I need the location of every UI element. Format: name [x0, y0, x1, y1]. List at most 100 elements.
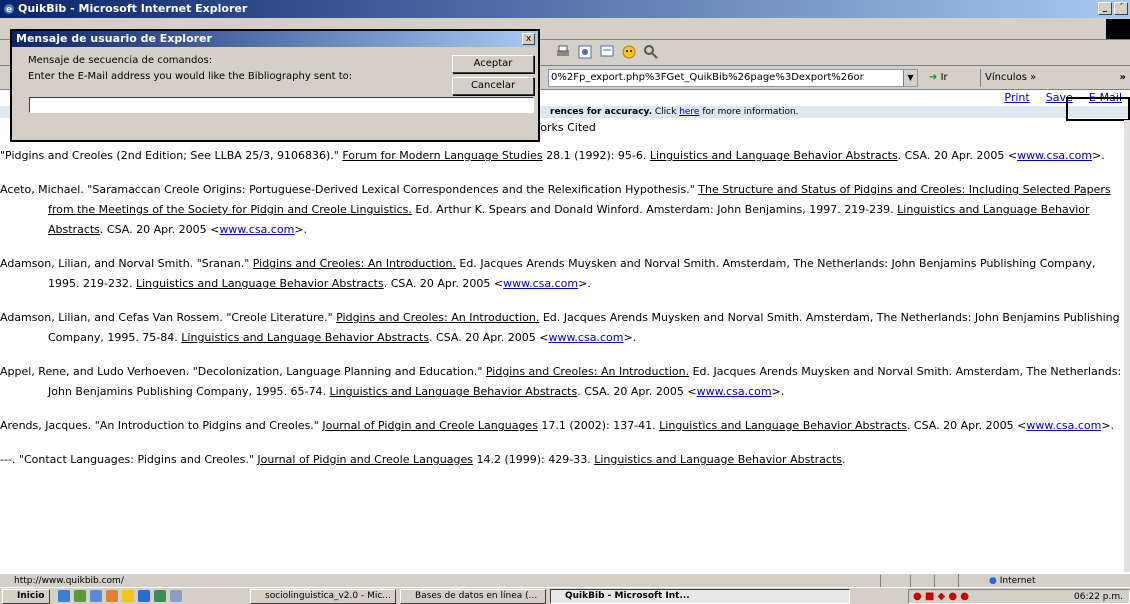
mail-icon[interactable] [170, 590, 182, 602]
dialog-close-button[interactable]: x [522, 33, 535, 45]
messenger-icon[interactable] [122, 590, 134, 602]
chevron-down-icon[interactable]: ▼ [903, 70, 917, 86]
citation-text: . CSA. 20 Apr. 2005 < [383, 277, 504, 290]
citation-text: 17.1 (2002): 137-41. [537, 419, 660, 432]
dialog-title: Mensaje de usuario de Explorer [12, 31, 538, 47]
status-segment [910, 575, 928, 587]
system-tray: ● ■ ◆ ● ● 06:22 p.m. [908, 589, 1130, 604]
citation-title: Journal of Pidgin and Creole Languages [322, 419, 538, 432]
citation-text: . CSA. 20 Apr. 2005 < [577, 385, 697, 398]
print-link[interactable]: Print [996, 90, 1037, 106]
citation-title: Linguistics and Language Behavior Abstra… [135, 277, 384, 290]
citation-text: . CSA. 20 Apr. 2005 < [897, 149, 1018, 162]
discuss-icon[interactable] [599, 44, 615, 60]
taskbar: Inicio sociolinguistica_v2.0 - Mic... Ba… [0, 587, 1130, 604]
clock: 06:22 p.m. [1074, 592, 1123, 602]
citation-title: Pidgins and Creoles: An Introduction. [252, 257, 456, 270]
citation-entry: "Pidgins and Creoles (2nd Edition; See L… [0, 146, 1126, 166]
citation-text: >. [294, 223, 308, 236]
status-segment [934, 575, 952, 587]
edit-icon[interactable] [577, 44, 593, 60]
dialog-line-2: Enter the E-Mail address you would like … [28, 71, 353, 82]
csa-link[interactable]: www.csa.com [1017, 149, 1092, 162]
citation-text: >. [1101, 419, 1115, 432]
minimize-button[interactable]: _ [1098, 2, 1112, 15]
citation-title: Journal of Pidgin and Creole Languages [257, 453, 473, 466]
csa-link[interactable]: www.csa.com [503, 277, 578, 290]
citation-title: Pidgins and Creoles: An Introduction. [485, 365, 690, 378]
csa-link[interactable]: www.csa.com [219, 223, 294, 236]
citation-text: Adamson, Lilian, and Cefas Van Rossem. "… [0, 311, 337, 324]
citation-title: Linguistics and Language Behavior Abstra… [329, 385, 578, 398]
scrollbar[interactable] [1124, 120, 1130, 572]
more-toolbar-button[interactable]: » [1120, 69, 1126, 87]
desktop-icon[interactable] [74, 590, 86, 602]
start-button[interactable]: Inicio [2, 589, 50, 604]
citation-entry: Adamson, Lilian, and Norval Smith. "Sran… [0, 254, 1126, 294]
maximize-button[interactable]: ´ [1114, 2, 1128, 15]
citation-title: Pidgins and Creoles: An Introduction. [336, 311, 540, 324]
citation-text: >. [578, 277, 591, 290]
tray-icons: ● ■ ◆ ● ● [913, 591, 970, 602]
citation-text: 28.1 (1992): 95-6. [542, 149, 650, 162]
window-title: QuikBib - Microsoft Internet Explorer [18, 2, 248, 15]
status-bar: http://www.quikbib.com/ ● Internet [0, 573, 1130, 588]
citation-text: . CSA. 20 Apr. 2005 < [99, 223, 220, 236]
accept-button[interactable]: Aceptar [452, 55, 534, 73]
print-icon[interactable] [555, 44, 571, 60]
messenger-icon[interactable] [621, 44, 637, 60]
citation-text: . CSA. 20 Apr. 2005 < [906, 419, 1027, 432]
citation-entry: ---. "Contact Languages: Pidgins and Cre… [0, 450, 1126, 470]
citation-text: "Pidgins and Creoles (2nd Edition; See L… [0, 149, 343, 162]
dialog-line-1: Mensaje de secuencia de comandos: [28, 55, 213, 66]
ie-logo-icon: e [4, 4, 14, 15]
zone-label: Internet [999, 576, 1036, 586]
citation-text: >. [771, 385, 785, 398]
citation-text: Adamson, Lilian, and Norval Smith. "Sran… [0, 257, 253, 270]
network-icon[interactable] [154, 590, 166, 602]
svg-text:e: e [6, 5, 12, 15]
address-url: 0%2Fp_export.php%3FGet_QuikBib%26page%3D… [551, 72, 864, 83]
research-icon[interactable] [643, 44, 659, 60]
windows-logo-icon [1106, 19, 1130, 39]
address-input[interactable]: 0%2Fp_export.php%3FGet_QuikBib%26page%3D… [548, 69, 918, 87]
quick-launch [58, 590, 182, 602]
citation-text: . CSA. 20 Apr. 2005 < [429, 331, 549, 344]
citation-entry: Appel, Rene, and Ludo Verhoeven. "Decolo… [0, 362, 1126, 402]
status-zone: ● Internet [958, 574, 1130, 588]
email-input[interactable] [29, 97, 534, 113]
go-arrow-icon: ➜ [929, 72, 938, 83]
notice-text: Click [652, 107, 680, 117]
notice-tail: for more information. [699, 107, 799, 117]
citation-title: Linguistics and Language Behavior Abstra… [181, 331, 430, 344]
citation-title: Linguistics and Language Behavior Abstra… [649, 149, 898, 162]
citation-title: Linguistics and Language Behavior Abstra… [594, 453, 842, 466]
citation-text: 14.2 (1999): 429-33. [472, 453, 595, 466]
email-prompt-dialog: Mensaje de usuario de Explorer x Mensaje… [10, 29, 540, 142]
cancel-button[interactable]: Cancelar [452, 77, 534, 95]
outlook-icon[interactable] [90, 590, 102, 602]
task-word[interactable]: sociolinguistica_v2.0 - Mic... [250, 589, 396, 604]
task-quikbib[interactable]: QuikBib - Microsoft Int... [550, 589, 850, 604]
citation-entry: Arends, Jacques. "An Introduction to Pid… [0, 416, 1126, 436]
citation-text: >. [623, 331, 637, 344]
csa-link[interactable]: www.csa.com [697, 385, 772, 398]
links-button[interactable]: Vínculos » [980, 69, 1050, 87]
citation-text: ---. "Contact Languages: Pidgins and Cre… [0, 453, 258, 466]
citation-entry: Aceto, Michael. "Saramaccan Creole Origi… [0, 180, 1126, 240]
csa-link[interactable]: www.csa.com [1026, 419, 1101, 432]
go-button[interactable]: ➜ Ir [925, 69, 975, 87]
media-icon[interactable] [106, 590, 118, 602]
notice-bold: rences for accuracy. [550, 107, 653, 117]
player-icon[interactable] [138, 590, 150, 602]
citation-text: Aceto, Michael. "Saramaccan Creole Origi… [0, 183, 699, 196]
here-link[interactable]: here [679, 107, 699, 117]
status-segment [880, 575, 898, 587]
citation-text: Arends, Jacques. "An Introduction to Pid… [0, 419, 323, 432]
status-url: http://www.quikbib.com/ [14, 576, 124, 586]
citation-text: . [841, 453, 846, 466]
csa-link[interactable]: www.csa.com [548, 331, 623, 344]
task-databases[interactable]: Bases de datos en línea (... [400, 589, 546, 604]
ie-quicklaunch-icon[interactable] [58, 590, 70, 602]
citation-entry: Adamson, Lilian, and Cefas Van Rossem. "… [0, 308, 1126, 348]
